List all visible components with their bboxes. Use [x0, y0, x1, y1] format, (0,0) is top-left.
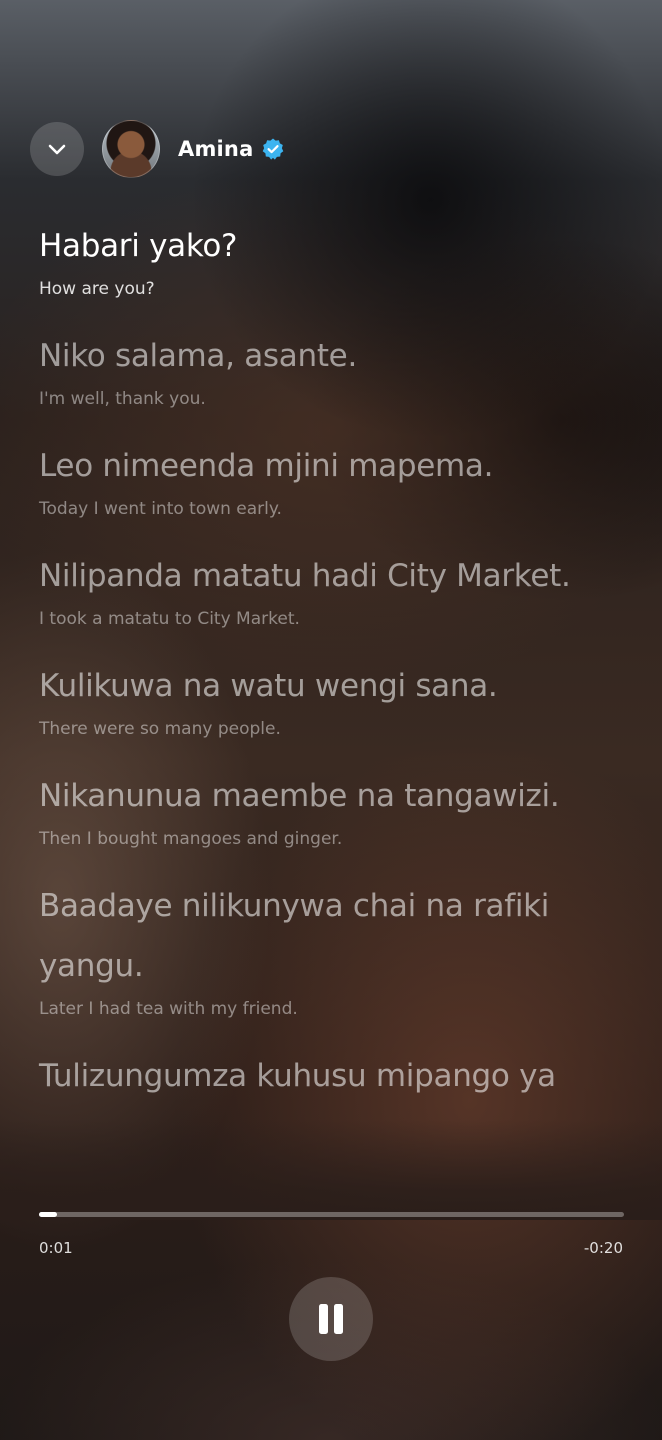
pause-icon: [319, 1304, 343, 1334]
elapsed-time: 0:01: [39, 1239, 73, 1257]
lyric-text: Kulikuwa na watu wengi sana.: [39, 668, 498, 704]
lyric-text: Nilipanda matatu hadi City Market.: [39, 558, 571, 594]
lyric-translation: I'm well, thank you.: [39, 389, 206, 409]
progress-bar[interactable]: [39, 1212, 624, 1217]
lyric-translation: How are you?: [39, 279, 155, 299]
pause-button[interactable]: [289, 1277, 373, 1361]
contact-name[interactable]: Amina: [178, 137, 253, 161]
lyric-text: Niko salama, asante.: [39, 338, 358, 374]
verified-badge-icon: [261, 137, 285, 161]
progress-fill: [39, 1212, 57, 1217]
lyric-line[interactable]: Baadaye nilikunywa chai na rafiki yangu.…: [39, 876, 639, 1020]
lyric-text: Baadaye nilikunywa chai na rafiki yangu.: [39, 888, 550, 984]
avatar[interactable]: [102, 120, 160, 178]
lyric-line[interactable]: Nikanunua maembe na tangawizi. Then I bo…: [39, 776, 639, 850]
remaining-time: -0:20: [583, 1239, 623, 1257]
lyric-translation: I took a matatu to City Market.: [39, 609, 300, 629]
lyric-translation: Later I had tea with my friend.: [39, 999, 298, 1019]
lyric-translation: Then I bought mangoes and ginger.: [39, 829, 343, 849]
collapse-button[interactable]: [30, 122, 84, 176]
lyric-text: Leo nimeenda mjini mapema.: [39, 448, 494, 484]
lyrics-list: Habari yako? How are you? Niko salama, a…: [39, 226, 639, 1132]
lyric-line[interactable]: Kulikuwa na watu wengi sana. There were …: [39, 666, 639, 740]
lyric-translation: Today I went into town early.: [39, 499, 282, 519]
lyric-line[interactable]: Tulizungumza kuhusu mipango ya: [39, 1056, 639, 1096]
lyric-line[interactable]: Habari yako? How are you?: [39, 226, 639, 300]
lyric-translation: There were so many people.: [39, 719, 281, 739]
header: Amina: [30, 120, 285, 178]
lyric-text: Habari yako?: [39, 228, 238, 264]
lyric-text: Tulizungumza kuhusu mipango ya: [39, 1058, 556, 1094]
lyric-line[interactable]: Leo nimeenda mjini mapema. Today I went …: [39, 446, 639, 520]
player-controls: 0:01 -0:20: [0, 1200, 662, 1440]
chevron-down-icon: [48, 144, 66, 155]
lyric-line[interactable]: Niko salama, asante. I'm well, thank you…: [39, 336, 639, 410]
lyric-text: Nikanunua maembe na tangawizi.: [39, 778, 560, 814]
lyric-line[interactable]: Nilipanda matatu hadi City Market. I too…: [39, 556, 639, 630]
